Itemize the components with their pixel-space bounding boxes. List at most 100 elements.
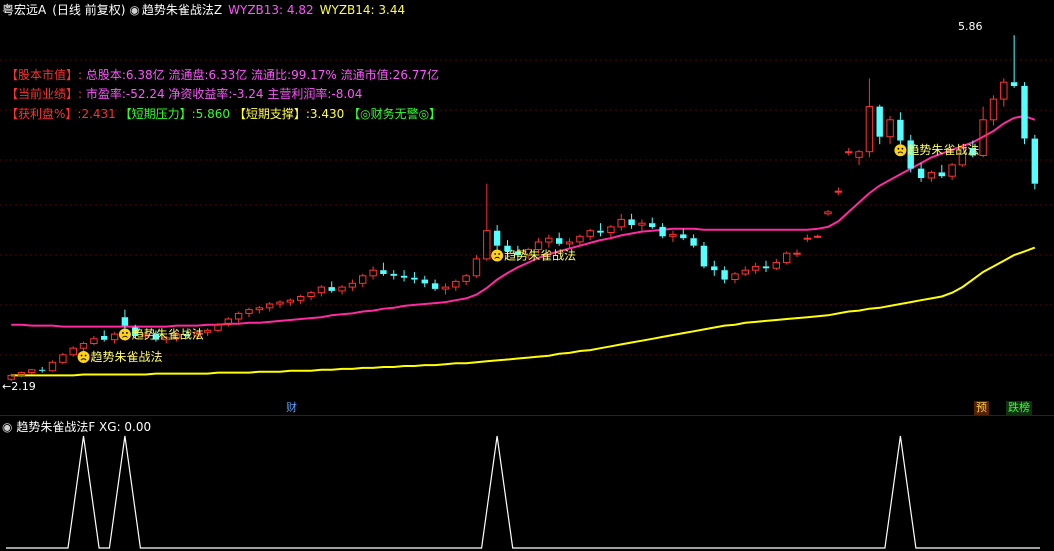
candle-19 [203, 328, 212, 336]
indicator-toggle-icon[interactable]: ◉ [129, 3, 139, 17]
signal-markers: 趋势朱雀战法趋势朱雀战法趋势朱雀战法趋势朱雀战法 [77, 143, 979, 364]
candle-66 [690, 234, 697, 248]
yu-badge[interactable]: 预 [974, 401, 989, 415]
candle-91 [948, 163, 956, 180]
period-label[interactable]: (日线 前复权) [52, 3, 125, 17]
info-profit: 【获利盘%】:2.431 [6, 107, 116, 121]
candle-29 [307, 290, 315, 301]
candle-body [565, 241, 574, 245]
candle-body [110, 333, 119, 341]
candle-body [79, 343, 88, 349]
indicator-name[interactable]: 趋势朱雀战法Z [142, 3, 222, 17]
candle-body [938, 172, 945, 177]
candle-body [638, 222, 646, 226]
ind2-label: WYZB14: 3.44 [319, 3, 406, 17]
signal-label: 趋势朱雀战法 [907, 143, 979, 157]
candle-68 [711, 260, 718, 276]
candle-body [48, 361, 57, 372]
panel-separator[interactable] [0, 415, 1054, 416]
grid-lines [0, 59, 1054, 356]
candle-body [886, 119, 894, 138]
candle-22 [234, 311, 243, 323]
candle-71 [741, 266, 749, 276]
candle-body [659, 226, 666, 237]
info-line-3: 【获利盘%】:2.431 【短期压力】:5.860 【短期支撑】:3.430 【… [6, 106, 441, 122]
candle-body [586, 230, 594, 237]
candle-body [721, 270, 728, 280]
candle-body [617, 218, 625, 228]
candle-81 [845, 147, 853, 156]
candle-body [576, 235, 584, 243]
candle-body [338, 286, 346, 292]
candle-55 [576, 234, 584, 246]
candle-77 [803, 234, 811, 242]
candle-body [876, 106, 883, 137]
signal-marker-0: 趋势朱雀战法 [77, 350, 163, 364]
candle-21 [224, 317, 233, 327]
candle-body [203, 329, 212, 333]
candle-body [597, 230, 604, 233]
diebang-badge[interactable]: 跌榜 [1006, 401, 1032, 415]
info-resistance: 【短期压力】:5.860 [119, 107, 231, 121]
candle-4 [48, 360, 57, 372]
candle-98 [1021, 82, 1028, 145]
candle-26 [276, 300, 284, 308]
sub-panel-toggle-icon[interactable]: ◉ [2, 420, 12, 434]
candle-24 [255, 305, 264, 314]
candle-body [711, 266, 718, 271]
ma-pink-line [11, 114, 1036, 328]
candle-body [731, 273, 739, 280]
candle-body [803, 237, 811, 240]
candle-body [17, 372, 26, 376]
candle-57 [597, 223, 604, 237]
candle-body [917, 168, 925, 178]
candle-63 [659, 223, 666, 239]
candle-body [865, 106, 874, 153]
candle-body [462, 275, 470, 282]
candle-body [1031, 138, 1038, 184]
candle-2 [28, 368, 36, 375]
candle-body [700, 245, 708, 267]
candle-body [793, 252, 801, 255]
info-line-2: 【当前业绩】: 市盈率:-52.24 净资收益率:-3.24 主营利润率:-8.… [6, 86, 362, 102]
candle-60 [628, 213, 635, 229]
sub-panel-header: ◉ 趋势朱雀战法F XG: 0.00 [2, 418, 151, 435]
candle-body [28, 369, 36, 374]
candle-96 [1000, 78, 1008, 107]
info-finance-warn: 【◎财务无警◎】 [348, 107, 442, 121]
candle-body [234, 312, 243, 320]
signal-marker-1: 趋势朱雀战法 [118, 327, 204, 341]
candle-body [897, 119, 904, 141]
candle-59 [617, 213, 625, 231]
candle-86 [897, 112, 904, 145]
signal-face-eye-right [498, 253, 501, 255]
candle-97 [1010, 35, 1018, 88]
candle-37 [390, 270, 397, 280]
info-support: 【短期支撑】:3.430 [233, 107, 345, 121]
candle-body [90, 338, 98, 344]
candle-body [317, 286, 326, 294]
sub-panel-title[interactable]: 趋势朱雀战法F [16, 420, 95, 434]
stock-name[interactable]: 粤宏远A [2, 3, 46, 17]
candle-38 [400, 270, 408, 282]
chart-header: 粤宏远A (日线 前复权) ◉ 趋势朱雀战法Z WYZB13: 4.82 WYZB14: … [2, 2, 411, 18]
signal-face-icon [118, 328, 131, 341]
candle-72 [751, 262, 760, 274]
cai-badge[interactable]: 财 [284, 401, 299, 415]
candle-body [452, 280, 460, 288]
candle-body [328, 287, 335, 291]
info-tag-capital: 【股本市值】: [6, 68, 83, 82]
candle-83 [865, 78, 874, 158]
candle-65 [680, 228, 687, 241]
candle-body [690, 238, 697, 246]
candle-body [255, 307, 264, 311]
candle-body [59, 354, 67, 363]
candle-8 [90, 335, 98, 346]
candle-body [628, 219, 635, 225]
candle-body [607, 226, 615, 233]
candle-80 [834, 187, 843, 195]
candle-43 [452, 279, 460, 291]
candle-body [121, 317, 129, 326]
signal-face-eye-left [122, 332, 124, 334]
candle-62 [649, 217, 656, 229]
